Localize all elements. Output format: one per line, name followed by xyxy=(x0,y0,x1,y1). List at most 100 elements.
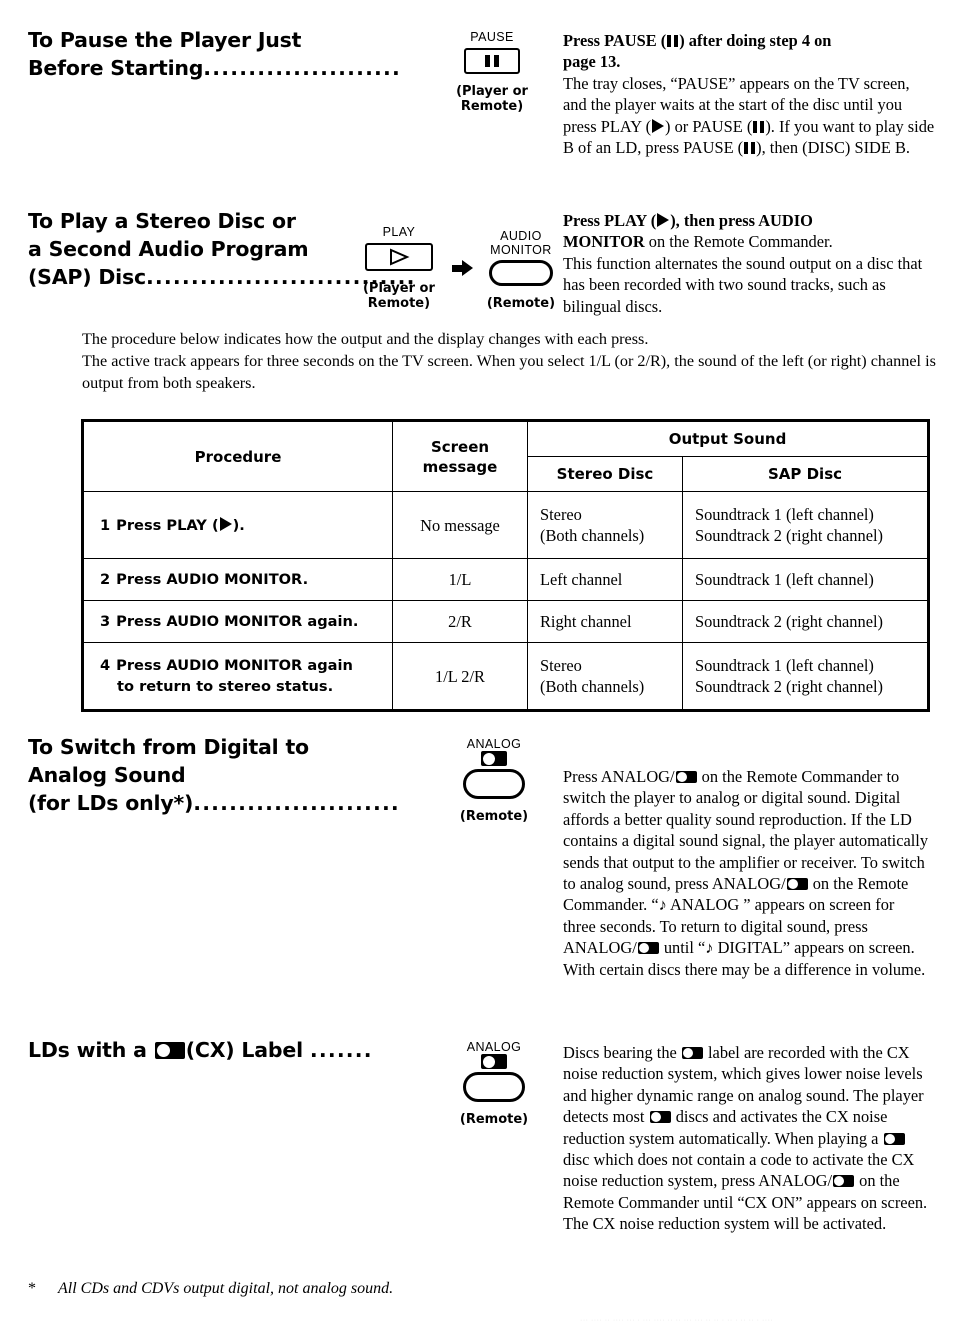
lead-rest: on the Remote Commander. xyxy=(644,232,833,252)
table-intro-paragraph: The procedure below indicates how the ou… xyxy=(82,328,938,394)
cell-procedure: 3 Press AUDIO MONITOR again. xyxy=(82,600,393,643)
table-header-row-top: Procedure Screen message Output Sound xyxy=(82,420,929,492)
audio-monitor-source-note: (Remote) xyxy=(486,296,556,311)
heading-line-1: LDs with a (CX) Label ....... xyxy=(28,1036,458,1064)
cx-logo-icon xyxy=(649,1111,671,1124)
output-sound-table: Procedure Screen message Output Sound Ste… xyxy=(81,419,930,712)
procedure-text: Press AUDIO MONITOR again xyxy=(116,657,353,674)
audio-monitor-label-line2: MONITOR xyxy=(490,243,552,257)
cell-stereo-disc: Stereo (Both channels) xyxy=(527,642,683,711)
intro-line-1: The procedure below indicates how the ou… xyxy=(82,330,649,348)
cell-procedure: 4 Press AUDIO MONITOR again to return to … xyxy=(82,642,393,711)
cx-logo-icon xyxy=(883,1132,905,1145)
leader-dots: ...................... xyxy=(203,56,402,80)
cell-procedure: 1 Press PLAY (). xyxy=(82,491,393,559)
col-header-screen-message: Screen message xyxy=(392,420,528,492)
procedure-text-line2: to return to stereo status. xyxy=(117,678,334,695)
section-body-pause: Press PAUSE () after doing step 4 on pag… xyxy=(563,30,935,158)
sap-line-1: Soundtrack 1 (left channel) xyxy=(695,505,874,524)
pause-source-note: (Player or Remote) xyxy=(456,84,528,114)
stereo-line-1: Stereo xyxy=(540,505,582,524)
pause-icon xyxy=(485,55,499,67)
body-part-1: Press ANALOG/ xyxy=(563,767,675,786)
lead-line-1: Press PLAY (), then press AUDIO xyxy=(563,211,813,230)
heading-pre: LDs with a xyxy=(28,1038,154,1062)
audio-monitor-button-group: AUDIO MONITOR (Remote) xyxy=(480,229,562,311)
audio-monitor-label-line1: AUDIO xyxy=(500,229,542,243)
cell-sap-disc: Soundtrack 1 (left channel) Soundtrack 2… xyxy=(682,491,929,559)
arrow-right-icon xyxy=(451,259,474,277)
col-header-sap-disc: SAP Disc xyxy=(682,456,929,492)
cell-screen-message: 1/L 2/R xyxy=(392,642,528,711)
intro-line-2: The active track appears for three secon… xyxy=(82,352,936,392)
cell-sap-disc: Soundtrack 1 (left channel) Soundtrack 2… xyxy=(682,642,929,711)
play-glyph-icon xyxy=(657,213,670,227)
stereo-line-1: Stereo xyxy=(540,656,582,675)
pause-glyph-icon xyxy=(753,120,765,133)
cx-logo-row xyxy=(463,751,525,769)
cell-stereo-disc: Stereo (Both channels) xyxy=(527,491,683,559)
analog-button-outline xyxy=(463,1072,525,1102)
play-icon xyxy=(389,248,410,266)
pause-button-label: PAUSE xyxy=(470,30,514,44)
play-source-note: (Player or Remote) xyxy=(362,281,435,311)
row-number: 2 xyxy=(100,571,111,588)
body-lead-pause: Press PAUSE () after doing step 4 on pag… xyxy=(563,30,935,73)
pause-button-outline xyxy=(464,48,520,74)
play-glyph-icon xyxy=(652,118,665,133)
cx-logo-icon xyxy=(786,878,808,891)
section-body-stereo-sap: Press PLAY (), then press AUDIO MONITOR … xyxy=(563,210,935,317)
analog-button[interactable] xyxy=(463,1054,525,1107)
icon-group-pause: PAUSE (Player or Remote) xyxy=(432,30,552,114)
row-number: 4 xyxy=(100,657,111,674)
cell-procedure: 2 Press AUDIO MONITOR. xyxy=(82,558,393,601)
cell-screen-message: 2/R xyxy=(392,600,528,643)
play-button-outline xyxy=(364,243,433,271)
body-text-pause: The tray closes, “PAUSE” appears on the … xyxy=(563,73,935,158)
cell-sap-disc: Soundtrack 1 (left channel) xyxy=(682,558,929,601)
play-button-group: PLAY (Player or Remote) xyxy=(352,225,446,311)
pause-glyph-icon xyxy=(667,35,679,47)
col-header-procedure: Procedure xyxy=(82,420,393,492)
leader-dots: ....... xyxy=(309,1038,373,1062)
footnote: * All CDs and CDVs output digital, not an… xyxy=(28,1279,393,1299)
play-button[interactable] xyxy=(352,243,446,276)
lead-line-2: page 13. xyxy=(563,52,621,72)
cell-screen-message: No message xyxy=(392,491,528,559)
table-row: 1 Press PLAY (). No message Stereo (Both … xyxy=(82,491,929,559)
heading-line-2: Before Starting...................... xyxy=(28,56,402,80)
audio-monitor-button-outline xyxy=(488,260,553,286)
heading-line-3: (for LDs only*)....................... xyxy=(28,791,400,815)
play-glyph-icon xyxy=(219,516,232,531)
cx-logo-icon xyxy=(833,1175,855,1188)
flow-arrow xyxy=(451,259,474,311)
heading-post: (CX) Label xyxy=(185,1038,310,1062)
cell-sap-disc: Soundtrack 2 (right channel) xyxy=(682,600,929,643)
cx-logo-icon xyxy=(675,771,697,783)
analog-button-label: ANALOG xyxy=(466,1040,522,1054)
icon-group-analog-2: ANALOG (Remote) xyxy=(434,1040,554,1127)
cx-logo-icon xyxy=(481,1054,507,1069)
section-body-cx-label: Discs bearing the label are recorded wit… xyxy=(563,1042,931,1235)
pause-button[interactable] xyxy=(432,48,552,79)
cx-logo-icon xyxy=(481,751,507,766)
cell-stereo-disc: Right channel xyxy=(527,600,683,643)
cell-screen-message: 1/L xyxy=(392,558,528,601)
analog-button-label: ANALOG xyxy=(466,737,522,751)
analog-source-note: (Remote) xyxy=(459,809,529,824)
audio-monitor-button[interactable] xyxy=(480,260,562,291)
manual-page: To Pause the Player Just Before Starting… xyxy=(0,0,954,1330)
row-number: 1 xyxy=(100,516,111,534)
stereo-line-2: (Both channels) xyxy=(540,526,645,545)
analog-button[interactable] xyxy=(463,751,525,804)
cell-stereo-disc: Left channel xyxy=(527,558,683,601)
cx-logo-row xyxy=(463,1054,525,1072)
cx-logo-icon xyxy=(154,1042,185,1059)
sap-line-1: Soundtrack 1 (left channel) xyxy=(695,656,874,675)
page-bottom-artifact: ··· ···· ·· ···· ··· · ··· ···· ·· ·· ··… xyxy=(580,1317,774,1324)
stereo-line-2: (Both channels) xyxy=(540,677,645,696)
row-number: 3 xyxy=(100,613,111,630)
table-row: 2 Press AUDIO MONITOR. 1/L Left channel S… xyxy=(82,558,929,601)
section-heading-cx-label: LDs with a (CX) Label ....... xyxy=(28,1036,458,1064)
icon-group-stereo-sap: PLAY (Player or Remote) AUDIO MONITOR (R… xyxy=(352,225,562,311)
